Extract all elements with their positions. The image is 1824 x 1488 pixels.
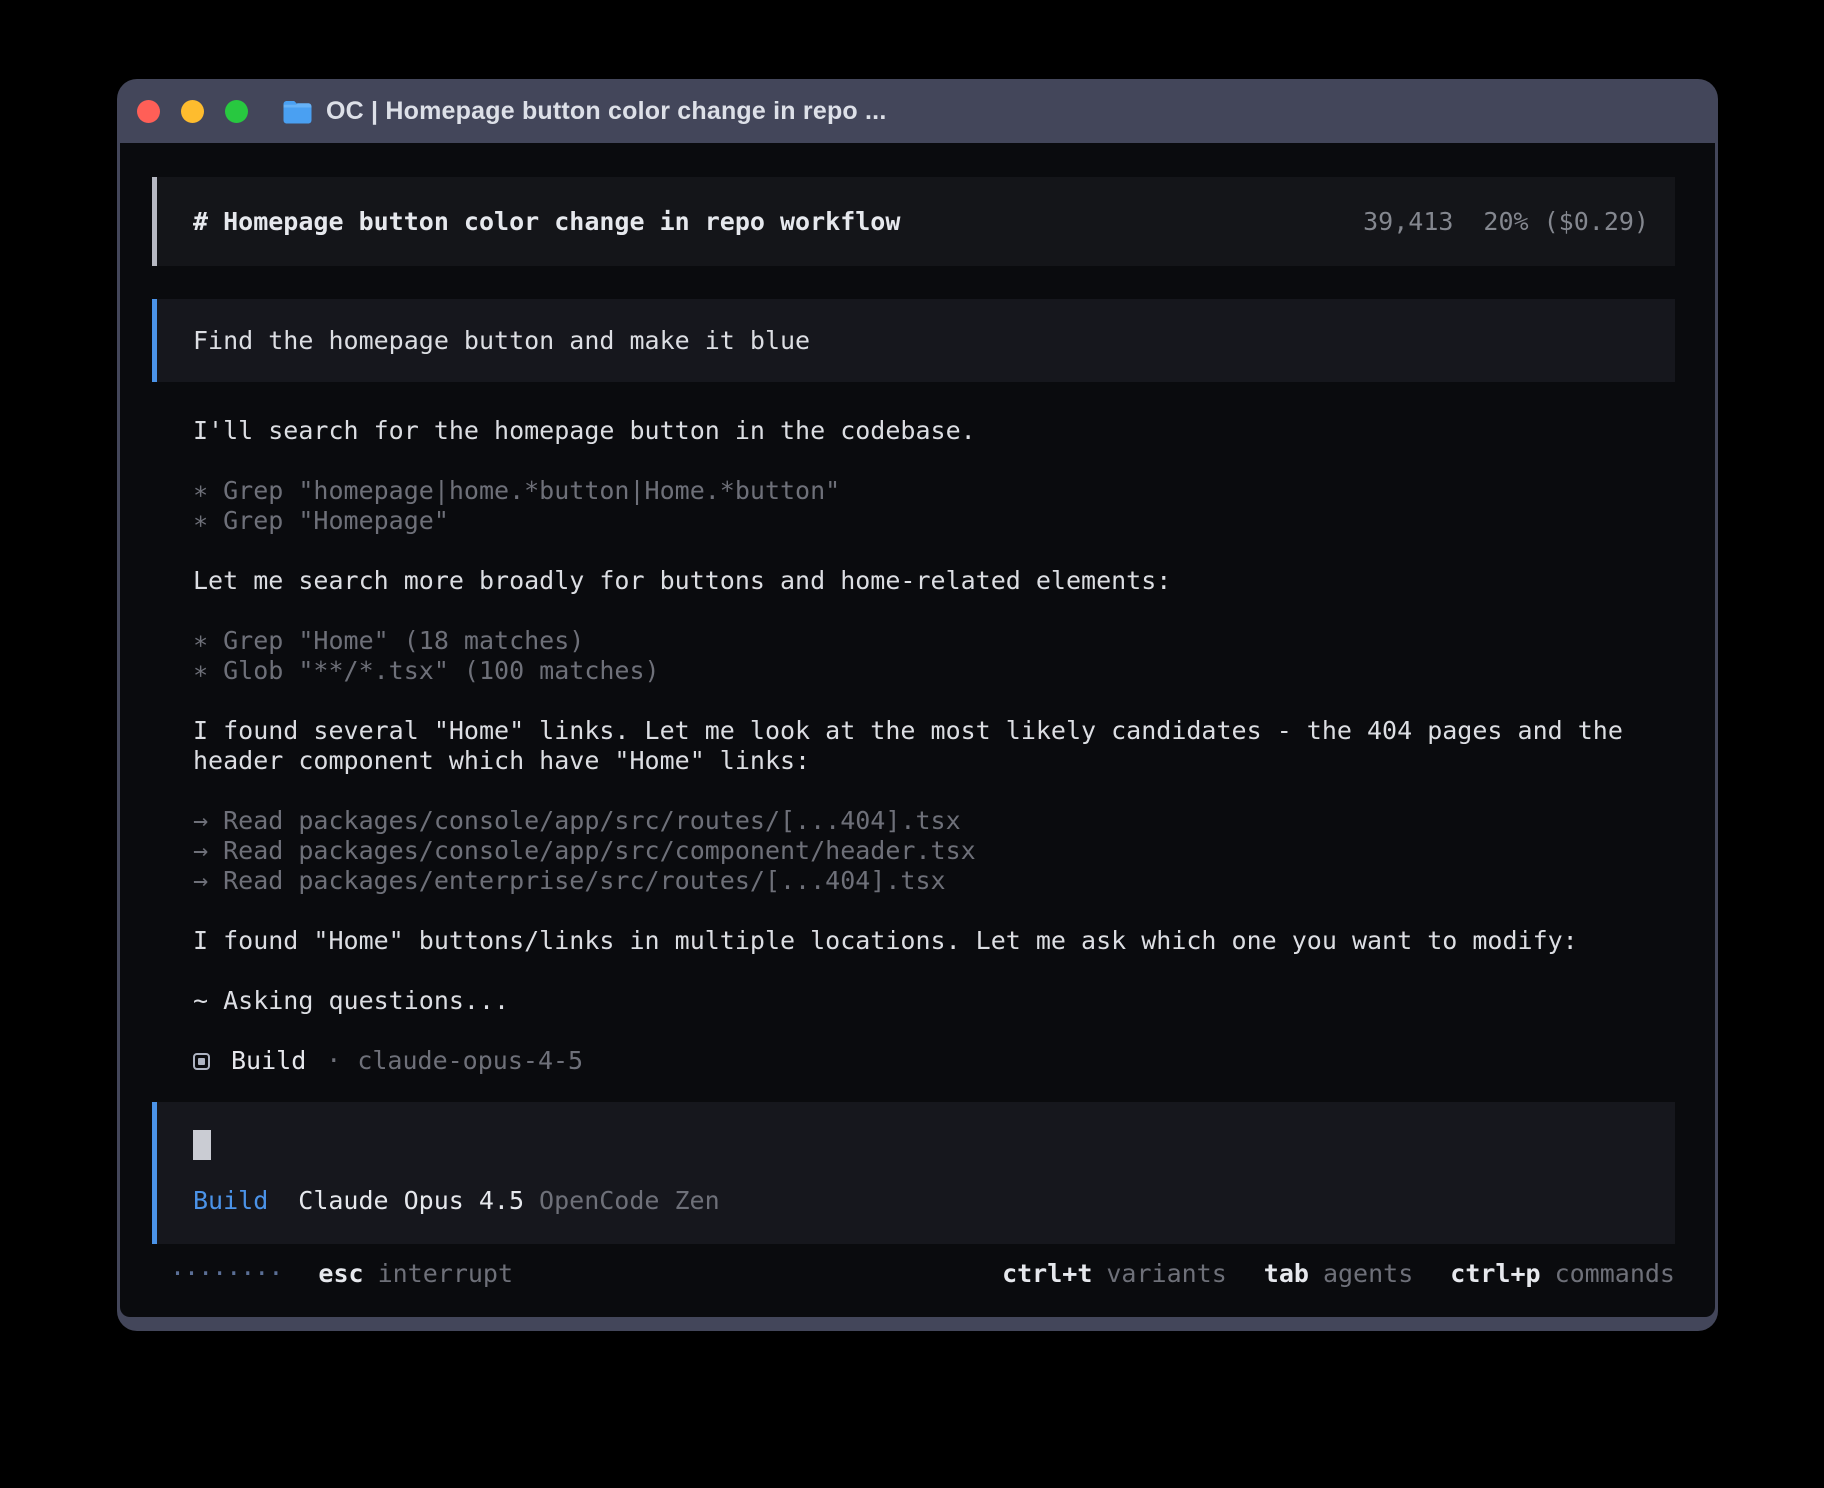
assistant-message: I found several "Home" links. Let me loo… [193,716,1675,776]
tool-call-group: ∗ Grep "Home" (18 matches) ∗ Glob "**/*.… [193,626,1675,686]
agent-name: Build [231,1046,306,1076]
session-stats: 39,413 20% ($0.29) [1363,207,1649,237]
tool-call-group: ∗ Grep "homepage|home.*button|Home.*butt… [193,476,1675,536]
session-header: # Homepage button color change in repo w… [152,177,1675,266]
shortcut-hints: ctrl+t variants tab agents ctrl+p comman… [1002,1259,1675,1289]
terminal-window: OC | Homepage button color change in rep… [117,79,1718,1331]
tool-call-line: ∗ Grep "Home" (18 matches) [193,626,1675,656]
tool-call-line: ∗ Grep "Homepage" [193,506,1675,536]
shortcut-key: ctrl+t [1002,1259,1092,1289]
spinner-dots: ········ [170,1259,282,1289]
titlebar: OC | Homepage button color change in rep… [120,79,1715,143]
close-button[interactable] [137,100,160,123]
tool-call-line: → Read packages/console/app/src/componen… [193,836,1675,866]
assistant-message: Let me search more broadly for buttons a… [193,566,1675,596]
shortcut-key: ctrl+p [1450,1259,1540,1289]
input-status-line: Build Claude Opus 4.5 OpenCode Zen [193,1186,1675,1216]
tool-call-line: → Read packages/console/app/src/routes/[… [193,806,1675,836]
user-message-text: Find the homepage button and make it blu… [193,326,810,356]
text-cursor [193,1130,211,1160]
tool-call-group: → Read packages/console/app/src/routes/[… [193,806,1675,896]
esc-key: esc [318,1259,363,1289]
shortcut-label: agents [1323,1259,1413,1289]
shortcut-label: commands [1555,1259,1675,1289]
agent-status-line: Build · claude-opus-4-5 [193,1046,1675,1076]
input-provider-label: OpenCode Zen [539,1186,720,1216]
esc-label: interrupt [378,1259,513,1289]
session-title: # Homepage button color change in repo w… [193,207,900,237]
user-message: Find the homepage button and make it blu… [152,299,1675,382]
shortcut-variants: ctrl+t variants [1002,1259,1227,1289]
shortcut-label: variants [1106,1259,1226,1289]
agent-icon [193,1053,210,1070]
agent-model: claude-opus-4-5 [357,1046,583,1076]
assistant-status-message: ~ Asking questions... [193,986,1675,1016]
token-count: 39,413 [1363,207,1453,237]
zoom-button[interactable] [225,100,248,123]
shortcut-commands: ctrl+p commands [1450,1259,1675,1289]
window-title: OC | Homepage button color change in rep… [326,97,886,126]
input-agent-label: Build [193,1186,268,1216]
assistant-message: I found "Home" buttons/links in multiple… [193,926,1675,956]
input-box[interactable]: Build Claude Opus 4.5 OpenCode Zen [152,1102,1675,1244]
agent-separator: · [326,1046,341,1076]
status-bar: ········ esc interrupt ctrl+t variants t… [152,1259,1675,1317]
input-model-label: Claude Opus 4.5 [298,1186,524,1216]
shortcut-agents: tab agents [1264,1259,1413,1289]
tool-call-line: ∗ Glob "**/*.tsx" (100 matches) [193,656,1675,686]
terminal-content: # Homepage button color change in repo w… [120,143,1715,1317]
traffic-lights [137,100,248,123]
minimize-button[interactable] [181,100,204,123]
esc-hint: esc interrupt [318,1259,513,1289]
folder-icon [282,99,313,124]
shortcut-key: tab [1264,1259,1309,1289]
tool-call-line: ∗ Grep "homepage|home.*button|Home.*butt… [193,476,1675,506]
tool-call-line: → Read packages/enterprise/src/routes/[.… [193,866,1675,896]
context-usage: 20% ($0.29) [1483,207,1649,237]
assistant-message: I'll search for the homepage button in t… [193,416,1675,446]
